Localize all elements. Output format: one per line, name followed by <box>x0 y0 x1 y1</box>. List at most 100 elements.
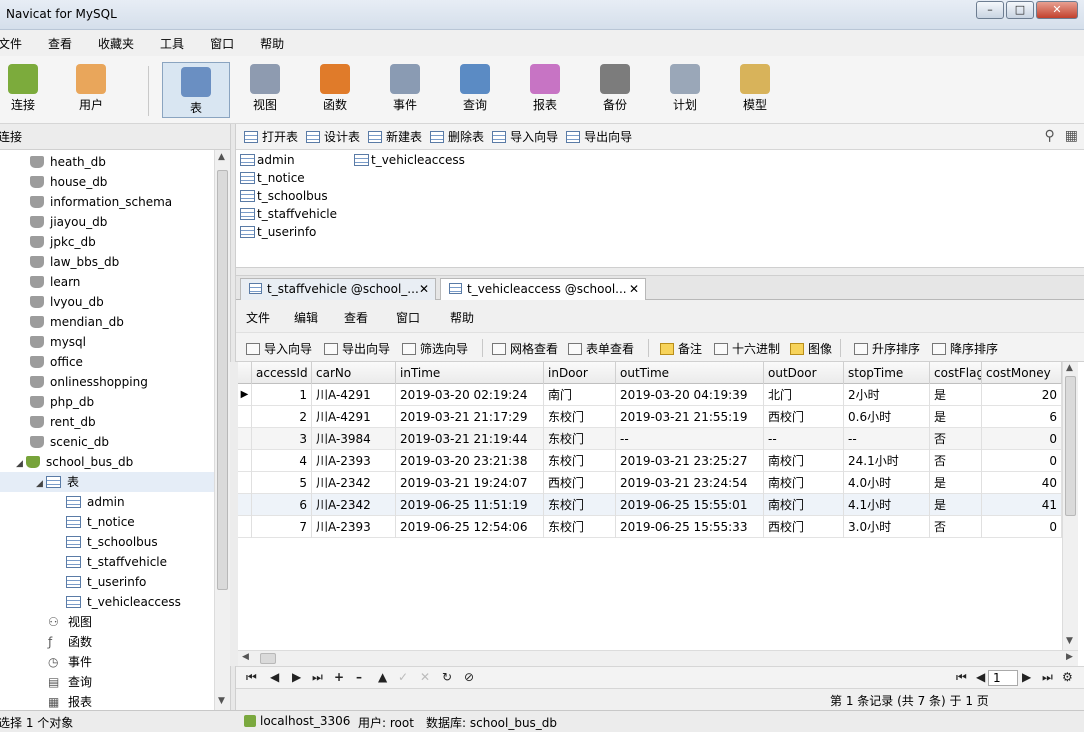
tree-database-item[interactable]: learn <box>30 272 80 292</box>
scroll-right-icon[interactable]: ▶ <box>1066 652 1073 662</box>
column-header-carNo[interactable]: carNo <box>312 362 396 384</box>
tree-node-view[interactable]: ⚇ 视图 <box>48 612 92 632</box>
next-record-icon[interactable]: ▶ <box>292 670 301 684</box>
tree-database-item[interactable]: onlinesshopping <box>30 372 148 392</box>
cell-inTime[interactable]: 2019-03-21 21:17:29 <box>396 406 544 428</box>
table-menu-item[interactable]: 帮助 <box>450 309 474 326</box>
cell-carNo[interactable]: 川A-4291 <box>312 384 396 406</box>
menu-item[interactable]: 文件 <box>0 35 22 52</box>
last-record-icon[interactable]: ⏭ <box>312 670 323 685</box>
apply-up-icon[interactable]: ▲ <box>378 670 387 684</box>
tree-database-item[interactable]: law_bbs_db <box>30 252 119 272</box>
table-toolbar-button[interactable]: 图像 <box>790 340 832 357</box>
tree-database-item[interactable]: jiayou_db <box>30 212 107 232</box>
cell-outTime[interactable]: 2019-06-25 15:55:01 <box>616 494 764 516</box>
tree-database-item[interactable]: mendian_db <box>30 312 124 332</box>
tree-scrollbar[interactable]: ▲ ▼ <box>214 150 230 710</box>
tree-database-open[interactable]: ◢ school_bus_db <box>16 452 133 472</box>
toolbar-report-button[interactable]: 报表 <box>514 60 576 118</box>
grid-vertical-scrollbar[interactable]: ▲ ▼ <box>1062 362 1078 650</box>
cell-inTime[interactable]: 2019-03-20 02:19:24 <box>396 384 544 406</box>
column-header-accessId[interactable]: accessId <box>252 362 312 384</box>
column-header-stopTime[interactable]: stopTime <box>844 362 930 384</box>
cell-inDoor[interactable]: 东校门 <box>544 450 616 472</box>
table-menu-item[interactable]: 文件 <box>246 309 270 326</box>
prev-page-icon[interactable]: ◀ <box>976 670 985 684</box>
cell-carNo[interactable]: 川A-2342 <box>312 494 396 516</box>
table-toolbar-button[interactable]: 导出向导 <box>324 340 390 357</box>
cell-outDoor[interactable]: 南校门 <box>764 472 844 494</box>
table-toolbar-button[interactable]: 导入向导 <box>246 340 312 357</box>
table-row[interactable]: 6 川A-2342 2019-06-25 11:51:19 东校门 2019-06-25… <box>238 494 1062 516</box>
toolbar-table-button[interactable]: 表 <box>162 62 230 118</box>
tree-database-item[interactable]: office <box>30 352 83 372</box>
page-number-input[interactable]: 1 <box>988 670 1018 686</box>
scroll-up-icon[interactable]: ▲ <box>1066 363 1073 373</box>
cell-carNo[interactable]: 川A-2393 <box>312 516 396 538</box>
toolbar-connection-button[interactable]: 连接 <box>0 60 54 118</box>
tree-table-item[interactable]: t_notice <box>66 512 135 532</box>
table-menu-item[interactable]: 查看 <box>344 309 368 326</box>
cell-inTime[interactable]: 2019-06-25 12:54:06 <box>396 516 544 538</box>
toolbar-model-button[interactable]: 模型 <box>724 60 786 118</box>
cell-costFlag[interactable]: 是 <box>930 406 982 428</box>
toolbar-backup-button[interactable]: 备份 <box>584 60 646 118</box>
cell-stopTime[interactable]: -- <box>844 428 930 450</box>
tree-scrollbar-thumb[interactable] <box>217 170 228 590</box>
cell-inDoor[interactable]: 南门 <box>544 384 616 406</box>
stop-icon[interactable]: ⊘ <box>464 670 474 684</box>
cell-costFlag[interactable]: 是 <box>930 384 982 406</box>
tree-table-item[interactable]: t_vehicleaccess <box>66 592 181 612</box>
menu-item[interactable]: 帮助 <box>260 35 284 52</box>
table-row[interactable]: 3 川A-3984 2019-03-21 21:19:44 东校门 -- -- -- 否 0 <box>238 428 1062 450</box>
cell-outDoor[interactable]: 南校门 <box>764 450 844 472</box>
cell-costMoney[interactable]: 0 <box>982 450 1062 472</box>
tree-database-item[interactable]: scenic_db <box>30 432 109 452</box>
column-header-outTime[interactable]: outTime <box>616 362 764 384</box>
minimize-button[interactable]: – <box>976 1 1004 19</box>
cell-inTime[interactable]: 2019-06-25 11:51:19 <box>396 494 544 516</box>
tree-database-item[interactable]: house_db <box>30 172 107 192</box>
cell-accessId[interactable]: 5 <box>252 472 312 494</box>
cell-inDoor[interactable]: 东校门 <box>544 406 616 428</box>
cell-costFlag[interactable]: 否 <box>930 516 982 538</box>
cell-outDoor[interactable]: 南校门 <box>764 494 844 516</box>
column-header-costFlag[interactable]: costFlag <box>930 362 982 384</box>
cell-outDoor[interactable]: 北门 <box>764 384 844 406</box>
next-page-icon[interactable]: ▶ <box>1022 670 1031 684</box>
cell-carNo[interactable]: 川A-4291 <box>312 406 396 428</box>
cell-costFlag[interactable]: 是 <box>930 494 982 516</box>
tree-node-report[interactable]: ▦ 报表 <box>48 692 92 710</box>
cell-carNo[interactable]: 川A-2393 <box>312 450 396 472</box>
cell-costFlag[interactable]: 否 <box>930 450 982 472</box>
cell-outTime[interactable]: 2019-03-21 23:24:54 <box>616 472 764 494</box>
grid-vertical-scrollbar-thumb[interactable] <box>1065 376 1076 516</box>
table-row[interactable]: 7 川A-2393 2019-06-25 12:54:06 东校门 2019-06-25… <box>238 516 1062 538</box>
prev-record-icon[interactable]: ◀ <box>270 670 279 684</box>
expand-arrow-icon[interactable]: ◢ <box>36 474 46 494</box>
cell-carNo[interactable]: 川A-2342 <box>312 472 396 494</box>
tree-database-item[interactable]: mysql <box>30 332 86 352</box>
tree-database-item[interactable]: information_schema <box>30 192 172 212</box>
cell-costFlag[interactable]: 是 <box>930 472 982 494</box>
scroll-down-icon[interactable]: ▼ <box>218 696 225 706</box>
cell-accessId[interactable]: 3 <box>252 428 312 450</box>
object-toolbar-button[interactable]: 删除表 <box>430 128 484 145</box>
toolbar-view-button[interactable]: 视图 <box>234 60 296 118</box>
tree-node-event[interactable]: ◷ 事件 <box>48 652 92 672</box>
column-header-inDoor[interactable]: inDoor <box>544 362 616 384</box>
add-record-icon[interactable]: + <box>334 670 344 684</box>
table-toolbar-button[interactable]: 筛选向导 <box>402 340 468 357</box>
toolbar-schedule-button[interactable]: 计划 <box>654 60 716 118</box>
table-menu-item[interactable]: 编辑 <box>294 309 318 326</box>
column-header-costMoney[interactable]: costMoney <box>982 362 1062 384</box>
cell-inTime[interactable]: 2019-03-21 21:19:44 <box>396 428 544 450</box>
tree-tables-node[interactable]: ◢ 表 <box>0 472 214 492</box>
table-toolbar-button[interactable]: 备注 <box>660 340 702 357</box>
cell-costMoney[interactable]: 6 <box>982 406 1062 428</box>
object-toolbar-button[interactable]: 设计表 <box>306 128 360 145</box>
column-header-inTime[interactable]: inTime <box>396 362 544 384</box>
menu-item[interactable]: 收藏夹 <box>98 35 134 52</box>
cell-stopTime[interactable]: 2小时 <box>844 384 930 406</box>
table-toolbar-button[interactable]: 网格查看 <box>492 340 558 357</box>
